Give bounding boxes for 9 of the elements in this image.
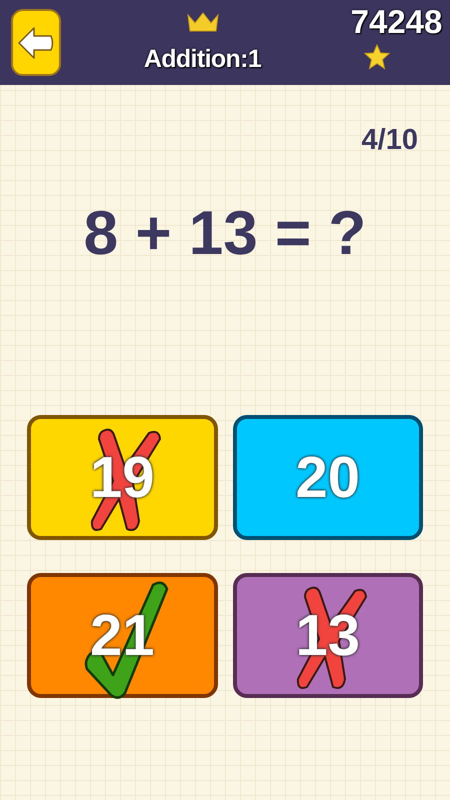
arrow-left-icon: [17, 26, 55, 60]
progress-counter: 4/10: [362, 123, 418, 158]
star-icon: [364, 44, 390, 70]
level-title: Addition:1: [144, 44, 262, 75]
answer-button[interactable]: 20: [232, 414, 423, 540]
crown-icon: [186, 10, 220, 33]
question-text: 8 + 13 = ?: [82, 202, 368, 264]
back-button[interactable]: [11, 9, 61, 76]
score-text: 74248: [350, 5, 442, 38]
